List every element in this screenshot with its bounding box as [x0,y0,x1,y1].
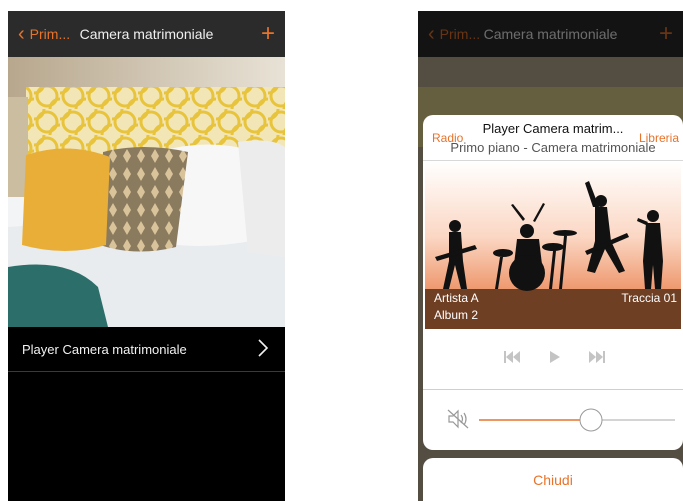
volume-control [423,390,683,450]
volume-slider[interactable] [479,408,675,432]
player-label: Player Camera matrimoniale [22,341,187,357]
play-icon[interactable] [546,347,564,367]
nav-bar: ‹ Prim... Camera matrimoniale + [8,11,285,57]
chevron-right-icon [258,339,269,357]
library-button[interactable]: Libreria [639,131,679,145]
track-name: Traccia 01 [621,291,677,305]
radio-button[interactable]: Radio [432,131,463,145]
room-screen: ‹ Prim... Camera matrimoniale + Player C… [8,11,285,501]
album-name: Album 2 [434,308,479,322]
artist-name: Artista A [434,291,479,305]
previous-icon[interactable] [501,347,521,367]
player-header: Player Camera matrim... Primo piano - Ca… [423,115,683,161]
next-icon[interactable] [588,347,608,367]
plus-icon[interactable]: + [261,11,275,57]
room-photo [8,57,285,327]
player-list-item[interactable]: Player Camera matrimoniale [8,327,285,372]
plus-icon[interactable]: + [659,11,673,57]
nav-bar: ‹ Prim... Camera matrimoniale + [418,11,683,57]
page-title: Camera matrimoniale [483,26,618,42]
playback-controls [423,329,683,390]
speaker-muted-icon[interactable] [447,408,471,430]
close-button[interactable]: Chiudi [423,458,683,501]
page-title: Camera matrimoniale [79,26,214,42]
volume-thumb [579,408,603,432]
player-card: Player Camera matrim... Primo piano - Ca… [423,115,683,450]
